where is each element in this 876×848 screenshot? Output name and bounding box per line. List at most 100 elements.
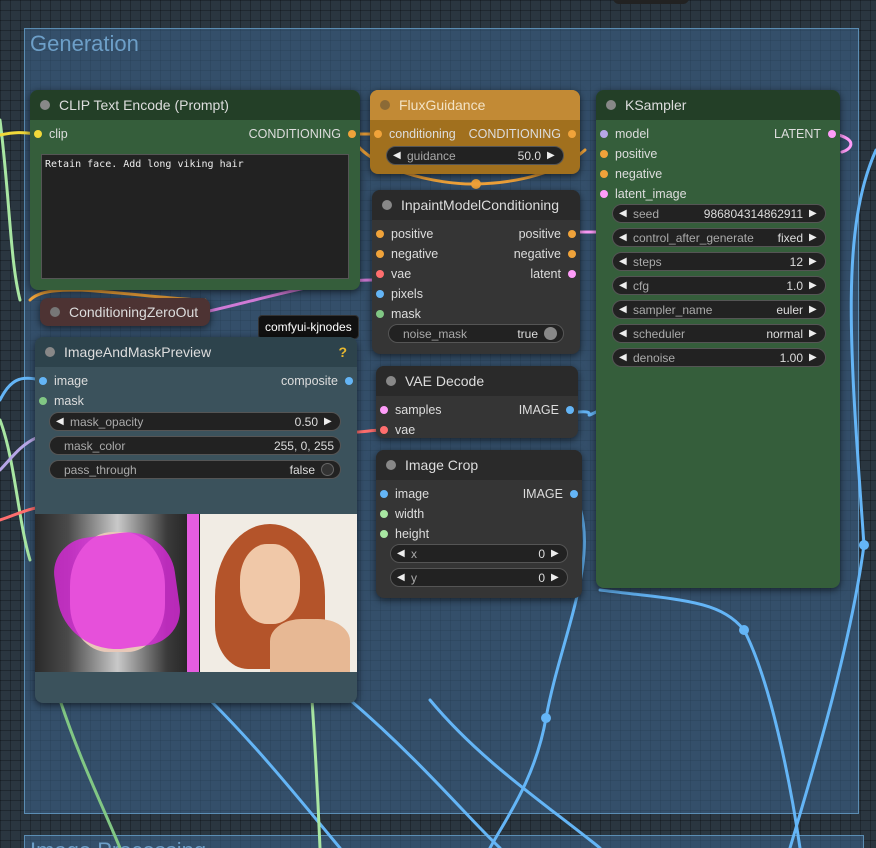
node-image-crop[interactable]: Image Crop image IMAGE width height ◀ x … bbox=[376, 450, 582, 598]
output-slot-positive[interactable]: positive bbox=[519, 227, 576, 241]
input-slot-vae[interactable]: vae bbox=[380, 423, 415, 437]
guidance-widget[interactable]: ◀ guidance 50.0 ▶ bbox=[386, 146, 564, 165]
node-flux-guidance[interactable]: FluxGuidance conditioning CONDITIONING ◀… bbox=[370, 90, 580, 174]
decrement-arrow-icon[interactable]: ◀ bbox=[619, 208, 629, 219]
input-slot-negative[interactable]: negative bbox=[376, 247, 438, 261]
collapse-dot-icon[interactable] bbox=[50, 307, 60, 317]
control-after-generate-widget[interactable]: ◀ control_after_generate fixed ▶ bbox=[612, 228, 826, 247]
slot-dot-icon bbox=[376, 310, 384, 318]
increment-arrow-icon[interactable]: ▶ bbox=[809, 352, 819, 363]
decrement-arrow-icon[interactable]: ◀ bbox=[619, 280, 629, 291]
decrement-arrow-icon[interactable]: ◀ bbox=[619, 304, 629, 315]
noise-mask-toggle[interactable]: noise_mask true bbox=[388, 324, 564, 343]
input-slot-vae[interactable]: vae bbox=[376, 267, 411, 281]
node-header[interactable]: ConditioningZeroOut bbox=[40, 298, 210, 326]
node-header[interactable]: CLIP Text Encode (Prompt) bbox=[30, 90, 360, 120]
node-clip-text-encode[interactable]: CLIP Text Encode (Prompt) clip CONDITION… bbox=[30, 90, 360, 290]
collapse-dot-icon[interactable] bbox=[45, 347, 55, 357]
increment-arrow-icon[interactable]: ▶ bbox=[809, 232, 819, 243]
decrement-arrow-icon[interactable]: ◀ bbox=[393, 150, 403, 161]
link-image-blue-6 bbox=[849, 148, 876, 547]
output-slot-latent[interactable]: LATENT bbox=[774, 127, 836, 141]
pass-through-toggle[interactable]: pass_through false bbox=[49, 460, 341, 479]
input-slot-conditioning[interactable]: conditioning bbox=[374, 127, 456, 141]
node-header[interactable]: InpaintModelConditioning bbox=[372, 190, 580, 220]
increment-arrow-icon[interactable]: ▶ bbox=[551, 572, 561, 583]
decrement-arrow-icon[interactable]: ◀ bbox=[619, 256, 629, 267]
node-image-and-mask-preview[interactable]: ImageAndMaskPreview ? image composite ma… bbox=[35, 337, 357, 703]
mask-opacity-widget[interactable]: ◀ mask_opacity 0.50 ▶ bbox=[49, 412, 341, 431]
increment-arrow-icon[interactable]: ▶ bbox=[809, 256, 819, 267]
input-slot-latent-image[interactable]: latent_image bbox=[600, 187, 687, 201]
increment-arrow-icon[interactable]: ▶ bbox=[324, 416, 334, 427]
decrement-arrow-icon[interactable]: ◀ bbox=[619, 352, 629, 363]
decrement-arrow-icon[interactable]: ◀ bbox=[56, 416, 66, 427]
slot-dot-icon bbox=[568, 230, 576, 238]
node-header[interactable]: Image Crop bbox=[376, 450, 582, 480]
scheduler-widget[interactable]: ◀ scheduler normal ▶ bbox=[612, 324, 826, 343]
decrement-arrow-icon[interactable]: ◀ bbox=[619, 232, 629, 243]
output-slot-composite[interactable]: composite bbox=[281, 374, 353, 388]
collapse-dot-icon[interactable] bbox=[380, 100, 390, 110]
toggle-on-icon[interactable] bbox=[544, 327, 557, 340]
slot-dot-icon bbox=[348, 130, 356, 138]
widget-label: sampler_name bbox=[633, 302, 713, 317]
output-slot-negative[interactable]: negative bbox=[514, 247, 576, 261]
input-slot-model[interactable]: model bbox=[600, 127, 649, 141]
increment-arrow-icon[interactable]: ▶ bbox=[809, 208, 819, 219]
collapse-dot-icon[interactable] bbox=[606, 100, 616, 110]
seed-widget[interactable]: ◀ seed 986804314862911 ▶ bbox=[612, 204, 826, 223]
cfg-widget[interactable]: ◀ cfg 1.0 ▶ bbox=[612, 276, 826, 295]
toggle-off-icon[interactable] bbox=[321, 463, 334, 476]
denoise-widget[interactable]: ◀ denoise 1.00 ▶ bbox=[612, 348, 826, 367]
input-slot-width[interactable]: width bbox=[380, 507, 424, 521]
sampler-name-widget[interactable]: ◀ sampler_name euler ▶ bbox=[612, 300, 826, 319]
x-widget[interactable]: ◀ x 0 ▶ bbox=[390, 544, 568, 563]
help-icon[interactable]: ? bbox=[338, 344, 347, 360]
output-slot-image[interactable]: IMAGE bbox=[519, 403, 574, 417]
collapse-dot-icon[interactable] bbox=[40, 100, 50, 110]
node-header[interactable]: VAE Decode bbox=[376, 366, 578, 396]
node-inpaint-model-conditioning[interactable]: InpaintModelConditioning positive positi… bbox=[372, 190, 580, 354]
output-slot-conditioning[interactable]: CONDITIONING bbox=[469, 127, 576, 141]
node-title: Image Crop bbox=[405, 457, 479, 473]
node-header[interactable]: FluxGuidance bbox=[370, 90, 580, 120]
input-slot-mask[interactable]: mask bbox=[39, 394, 84, 408]
prompt-textarea[interactable]: Retain face. Add long viking hair bbox=[41, 154, 349, 279]
input-slot-negative[interactable]: negative bbox=[600, 167, 662, 181]
output-slot-conditioning[interactable]: CONDITIONING bbox=[249, 127, 356, 141]
output-slot-latent[interactable]: latent bbox=[530, 267, 576, 281]
input-slot-image[interactable]: image bbox=[39, 374, 88, 388]
node-conditioning-zero-out[interactable]: ConditioningZeroOut bbox=[40, 298, 210, 326]
node-header[interactable]: KSampler bbox=[596, 90, 840, 120]
slot-dot-icon bbox=[345, 377, 353, 385]
increment-arrow-icon[interactable]: ▶ bbox=[809, 328, 819, 339]
node-vae-decode[interactable]: VAE Decode samples IMAGE vae bbox=[376, 366, 578, 438]
increment-arrow-icon[interactable]: ▶ bbox=[809, 304, 819, 315]
node-header[interactable]: ImageAndMaskPreview ? bbox=[35, 337, 357, 367]
collapse-dot-icon[interactable] bbox=[386, 460, 396, 470]
steps-widget[interactable]: ◀ steps 12 ▶ bbox=[612, 252, 826, 271]
input-slot-positive[interactable]: positive bbox=[376, 227, 433, 241]
collapse-dot-icon[interactable] bbox=[382, 200, 392, 210]
decrement-arrow-icon[interactable]: ◀ bbox=[397, 572, 407, 583]
input-slot-positive[interactable]: positive bbox=[600, 147, 657, 161]
node-ksampler[interactable]: KSampler model LATENT positive negative … bbox=[596, 90, 840, 588]
increment-arrow-icon[interactable]: ▶ bbox=[809, 280, 819, 291]
increment-arrow-icon[interactable]: ▶ bbox=[551, 548, 561, 559]
input-slot-samples[interactable]: samples bbox=[380, 403, 442, 417]
decrement-arrow-icon[interactable]: ◀ bbox=[397, 548, 407, 559]
input-slot-image[interactable]: image bbox=[380, 487, 429, 501]
increment-arrow-icon[interactable]: ▶ bbox=[547, 150, 557, 161]
mask-color-widget[interactable]: mask_color 255, 0, 255 bbox=[49, 436, 341, 455]
input-slot-mask[interactable]: mask bbox=[376, 307, 421, 321]
collapse-dot-icon[interactable] bbox=[386, 376, 396, 386]
y-widget[interactable]: ◀ y 0 ▶ bbox=[390, 568, 568, 587]
input-slot-pixels[interactable]: pixels bbox=[376, 287, 423, 301]
input-slot-height[interactable]: height bbox=[380, 527, 429, 541]
decrement-arrow-icon[interactable]: ◀ bbox=[619, 328, 629, 339]
widget-value: normal bbox=[766, 326, 803, 341]
output-slot-image[interactable]: IMAGE bbox=[523, 487, 578, 501]
input-slot-clip[interactable]: clip bbox=[34, 127, 68, 141]
slot-label: mask bbox=[391, 307, 421, 321]
